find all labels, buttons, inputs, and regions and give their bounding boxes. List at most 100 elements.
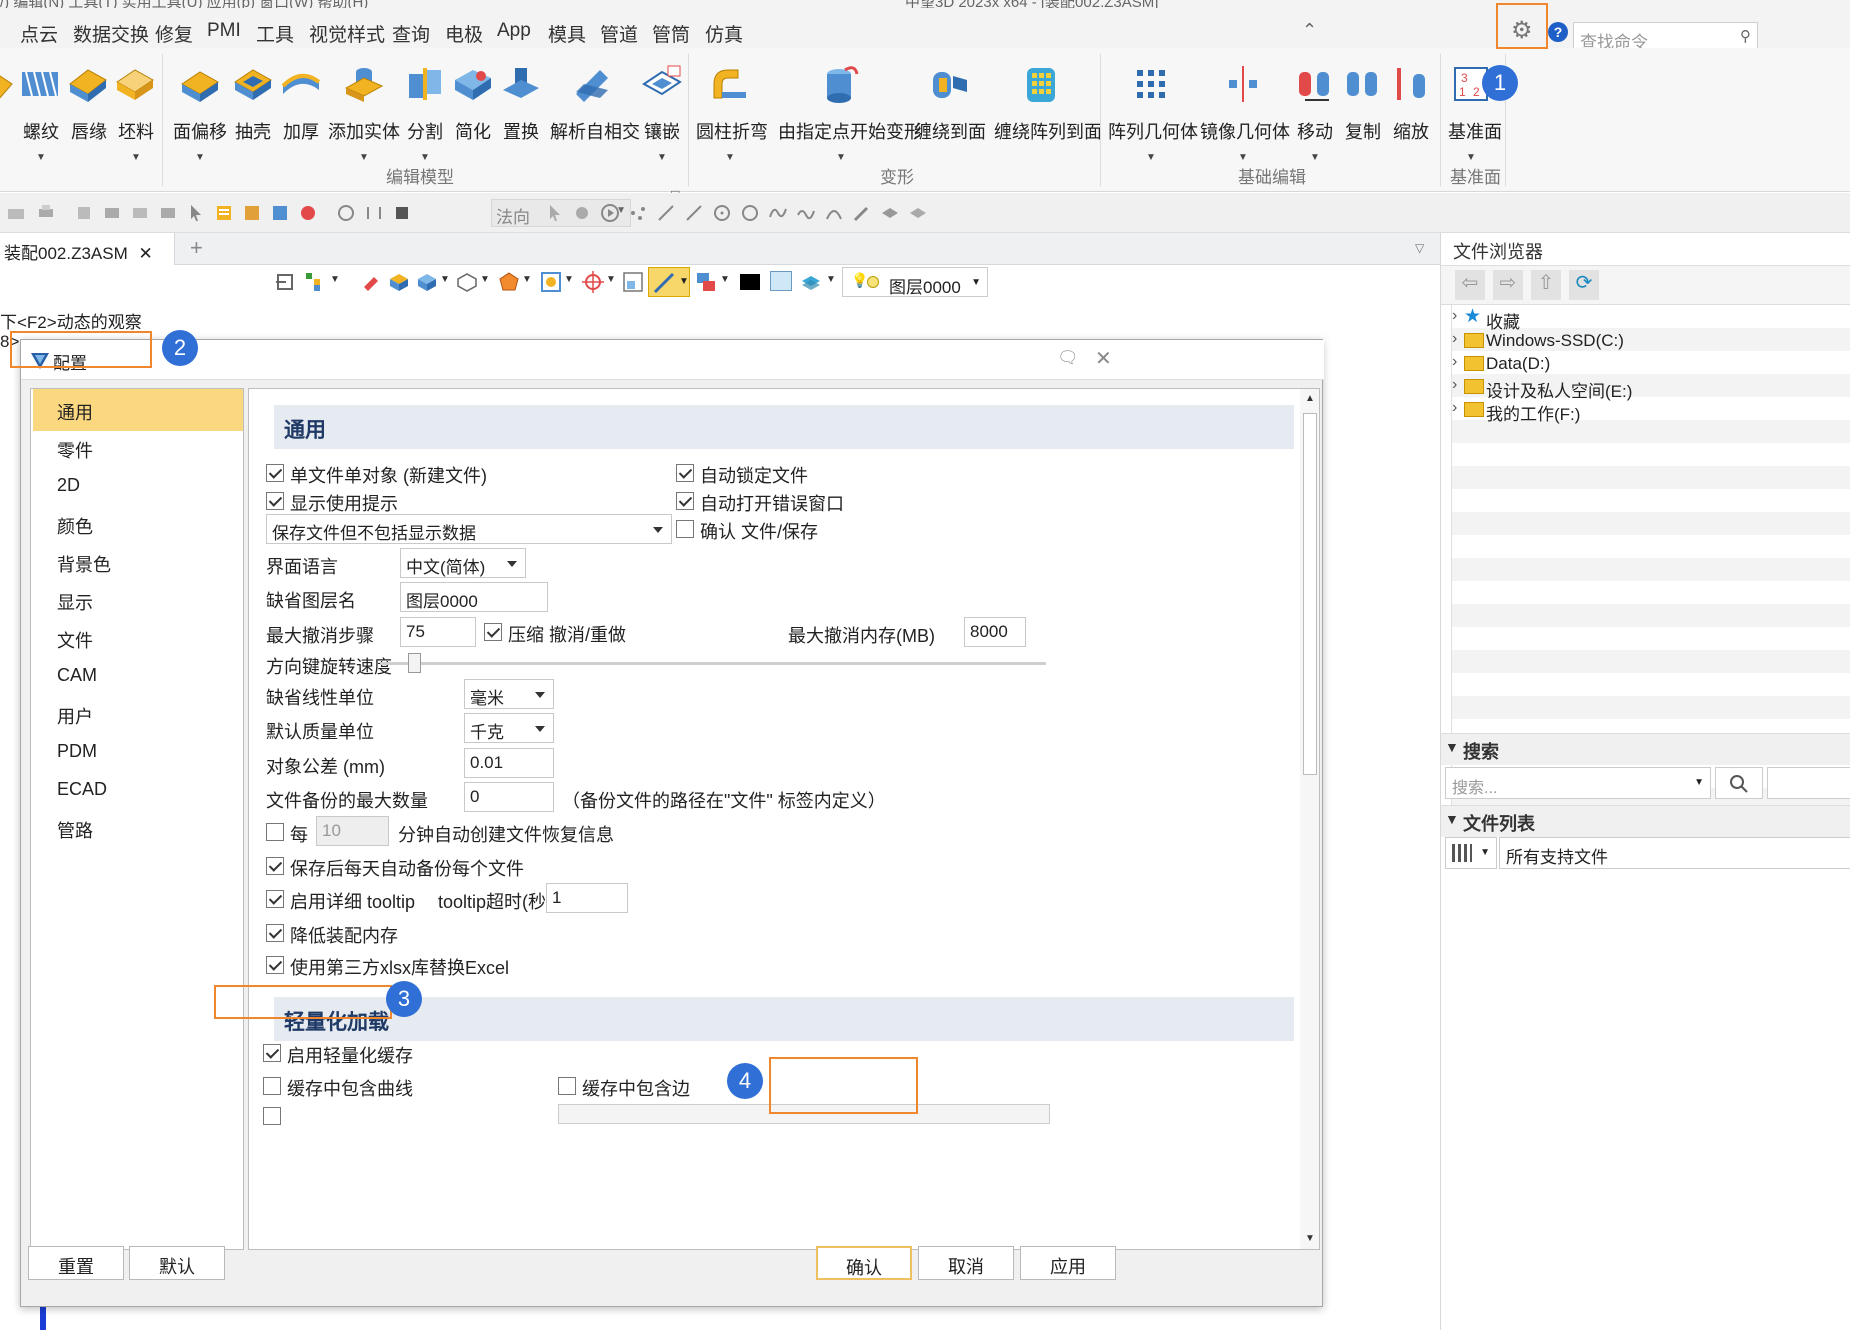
auto-lock-checkbox[interactable] <box>676 464 694 482</box>
scroll-up-icon[interactable]: ▲ <box>1305 393 1315 404</box>
ribbon-replace-button[interactable]: 置换 <box>498 56 544 176</box>
default-button[interactable]: 默认 <box>129 1246 225 1280</box>
confirm-save-checkbox[interactable] <box>676 520 694 538</box>
chevron-right-icon[interactable]: › <box>1452 376 1457 394</box>
menu-pointcloud[interactable]: 点云 <box>20 20 58 47</box>
reduce-memory-checkbox[interactable] <box>266 924 284 942</box>
menu-tools[interactable]: 工具 <box>256 20 294 47</box>
nav-ecad[interactable]: ECAD <box>33 769 243 811</box>
toolbar-dimension-icon[interactable] <box>364 203 384 223</box>
ribbon-move-button[interactable]: 移动 ▼ <box>1292 56 1338 176</box>
comment-icon[interactable]: 🗨 <box>1057 348 1079 368</box>
color-swatch-black[interactable] <box>740 274 760 290</box>
ribbon-thread-button[interactable]: 螺纹 ▼ <box>18 56 64 176</box>
dodecahedron-icon[interactable] <box>498 271 520 293</box>
auto-open-error-checkbox[interactable] <box>676 492 694 510</box>
up-icon[interactable]: ⇧ <box>1531 270 1561 300</box>
ribbon-partial-button[interactable] <box>0 56 15 176</box>
zoom-fit-icon[interactable] <box>540 271 562 293</box>
toolbar-grid-icon[interactable] <box>6 203 26 223</box>
toolbar-insert-icon[interactable] <box>158 203 178 223</box>
reset-button[interactable]: 重置 <box>28 1246 124 1280</box>
nav-user[interactable]: 用户 <box>33 693 243 735</box>
chevron-down-icon[interactable]: ▼ <box>826 274 836 285</box>
tree-item-drive-c[interactable]: › Windows-SSD(C:) <box>1452 330 1850 353</box>
max-backup-input[interactable]: 0 <box>464 782 554 812</box>
tolerance-input[interactable]: 0.01 <box>464 748 554 778</box>
frame-icon[interactable] <box>622 271 644 293</box>
single-file-checkbox[interactable] <box>266 464 284 482</box>
menu-simulation[interactable]: 仿真 <box>705 20 743 47</box>
nav-general[interactable]: 通用 <box>33 389 243 431</box>
chevron-down-icon[interactable]: ▼ <box>720 274 730 285</box>
layer-stack-icon[interactable] <box>800 271 822 293</box>
file-search-input[interactable]: 搜索... ▼ <box>1445 767 1711 799</box>
view-mode-button[interactable]: ▼ <box>1445 837 1497 869</box>
ribbon-wrap-to-face-button[interactable]: 缠绕到面 <box>914 56 986 176</box>
collapse-ribbon-icon[interactable]: ⌃ <box>1302 20 1317 41</box>
toolbar-filter-icon[interactable] <box>572 203 592 223</box>
chevron-down-icon[interactable]: ▼ <box>606 274 616 285</box>
color-swatch-lightblue[interactable] <box>770 271 792 291</box>
nav-2d[interactable]: 2D <box>33 465 243 507</box>
tree-icon[interactable] <box>304 271 326 293</box>
toolbar-render-icon[interactable] <box>298 203 318 223</box>
nav-cam[interactable]: CAM <box>33 655 243 697</box>
nav-background[interactable]: 背景色 <box>33 541 243 583</box>
surface2-icon[interactable] <box>908 203 928 223</box>
file-search-button[interactable] <box>1715 767 1763 799</box>
ribbon-lip-button[interactable]: 唇缘 <box>66 56 112 176</box>
linear-unit-select[interactable]: 毫米 <box>464 679 554 709</box>
help-icon[interactable]: ? <box>1548 22 1568 42</box>
document-tab[interactable]: 装配002.Z3ASM ✕ <box>0 233 175 265</box>
file-list-section-header[interactable]: ▼ 文件列表 <box>1441 805 1850 837</box>
toolbar-component-icon[interactable] <box>130 203 150 223</box>
toolbar-edit-icon[interactable] <box>74 203 94 223</box>
cache-curves-checkbox[interactable] <box>263 1077 281 1095</box>
cursor-icon[interactable] <box>186 203 206 223</box>
toolbar-list-icon[interactable] <box>214 203 234 223</box>
layer-dropdown[interactable]: 💡 图层0000 ▼ <box>842 267 988 297</box>
nav-pdm[interactable]: PDM <box>33 731 243 773</box>
chevron-down-icon[interactable]: ▼ <box>1448 152 1494 163</box>
chevron-down-icon[interactable]: ▼ <box>328 152 400 163</box>
slider-thumb[interactable] <box>408 653 421 673</box>
line-tool-active[interactable]: ▼ <box>648 267 690 297</box>
close-icon[interactable]: ✕ <box>1095 346 1112 371</box>
ribbon-mirror-geometry-button[interactable]: 镜像几何体 ▼ <box>1200 56 1290 176</box>
ribbon-shell-button[interactable]: 抽壳 <box>230 56 276 176</box>
tooltip-timeout-input[interactable]: 1 <box>546 883 628 913</box>
auto-recovery-checkbox[interactable] <box>266 823 284 841</box>
chevron-down-icon[interactable]: ▼ <box>564 274 574 285</box>
forward-icon[interactable]: ⇨ <box>1493 270 1523 300</box>
scroll-down-icon[interactable]: ▼ <box>1305 1233 1315 1244</box>
back-icon[interactable]: ⇦ <box>1455 270 1485 300</box>
ribbon-split-button[interactable]: 分割 ▼ <box>402 56 448 176</box>
ribbon-face-offset-button[interactable]: 面偏移 ▼ <box>172 56 228 176</box>
menu-mold[interactable]: 模具 <box>548 20 586 47</box>
menu-data-exchange[interactable]: 数据交换 <box>73 20 149 47</box>
tree-item-drive-e[interactable]: › 设计及私人空间(E:) <box>1452 376 1850 401</box>
ok-button[interactable]: 确认 <box>816 1246 912 1280</box>
play-icon[interactable] <box>600 203 620 223</box>
default-layer-input[interactable]: 图层0000 <box>400 582 548 612</box>
chevron-down-icon[interactable]: ▼ <box>18 152 64 163</box>
chevron-down-icon[interactable]: ▼ <box>1292 152 1338 163</box>
menu-tube[interactable]: 管筒 <box>652 20 690 47</box>
chevron-down-icon[interactable]: ▼ <box>522 274 532 285</box>
wireframe-cube-icon[interactable] <box>456 271 478 293</box>
cache-edges-checkbox[interactable] <box>558 1077 576 1095</box>
menu-pmi[interactable]: PMI <box>207 20 241 42</box>
ribbon-copy-button[interactable]: 复制 <box>1340 56 1386 176</box>
chevron-right-icon[interactable]: › <box>1452 353 1457 371</box>
nav-piping[interactable]: 管路 <box>33 807 243 849</box>
nav-color[interactable]: 颜色 <box>33 503 243 545</box>
nav-display[interactable]: 显示 <box>33 579 243 621</box>
panel-collapse-icon[interactable]: ▽ <box>1415 241 1424 255</box>
menu-query[interactable]: 查询 <box>392 20 430 47</box>
select-arrow-icon[interactable] <box>545 203 565 223</box>
chevron-right-icon[interactable]: › <box>1452 307 1457 325</box>
max-undo-memory-input[interactable]: 8000 <box>964 617 1026 647</box>
detail-tooltip-checkbox[interactable] <box>266 890 284 908</box>
chevron-down-icon[interactable]: ▼ <box>638 152 686 163</box>
